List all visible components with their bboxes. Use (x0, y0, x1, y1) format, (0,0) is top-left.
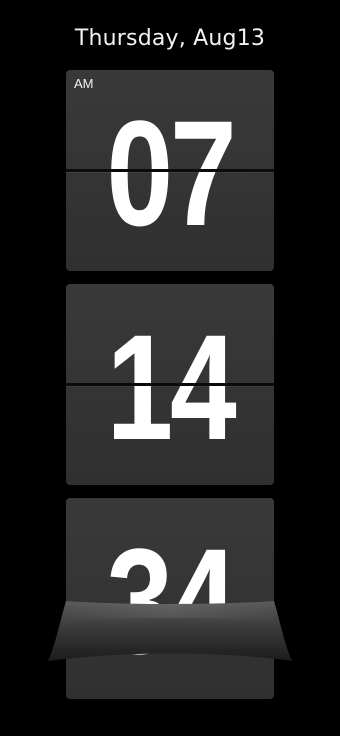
minutes-flip-card: 14 (66, 284, 274, 485)
flipping-page-flap (48, 601, 292, 661)
flip-divider (66, 169, 274, 172)
date-label: Thursday, Aug13 (74, 26, 266, 51)
hours-flip-card: AM 07 (66, 70, 274, 271)
flip-divider (66, 383, 274, 386)
